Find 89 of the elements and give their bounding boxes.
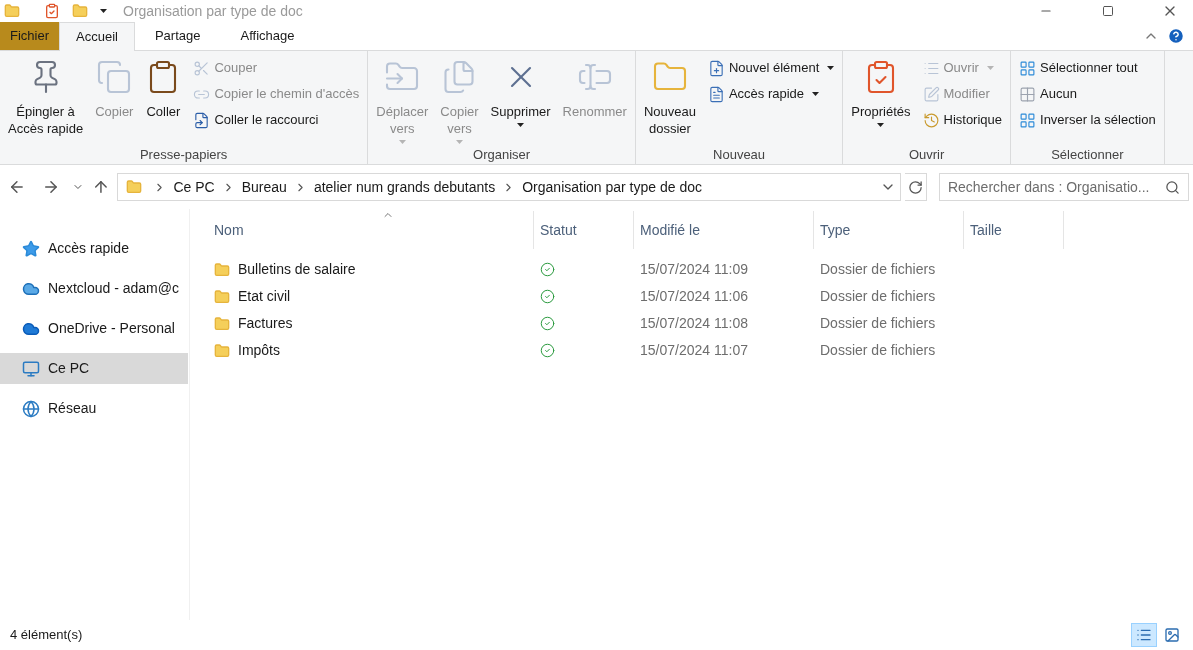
caret-icon xyxy=(827,66,835,70)
sidebar-item[interactable]: Accès rapide xyxy=(0,233,188,264)
breadcrumb-item[interactable]: Ce PC xyxy=(173,176,215,198)
details-view-button[interactable] xyxy=(1131,623,1157,647)
ribbon-group-label: Nouveau xyxy=(712,146,767,164)
ribbon-large-button[interactable]: Coller xyxy=(141,51,186,145)
window-title: Organisation par type de doc xyxy=(123,1,303,21)
ribbon-small-button[interactable]: Inverser la sélection xyxy=(1019,107,1156,133)
column-header[interactable]: Modifié le xyxy=(634,211,814,249)
ribbon-small-button[interactable]: Aucun xyxy=(1019,81,1156,107)
caret-icon xyxy=(100,9,107,13)
ribbon-large-button[interactable]: Propriétés xyxy=(847,51,915,145)
ribbon-group-label: Ouvrir xyxy=(907,146,946,164)
help-icon[interactable] xyxy=(1167,27,1185,45)
column-header[interactable]: Statut xyxy=(534,211,634,249)
refresh-button[interactable] xyxy=(905,173,927,201)
table-cell-text: Dossier de fichiers xyxy=(819,314,937,333)
folder-icon xyxy=(126,179,143,195)
folder-icon xyxy=(214,342,230,359)
file-name[interactable]: Factures xyxy=(238,313,293,334)
search-icon xyxy=(1165,179,1180,195)
properties-icon xyxy=(44,3,60,19)
sidebar-item[interactable]: Ce PC xyxy=(0,353,188,384)
ribbon-tab[interactable]: Fichier xyxy=(0,22,59,50)
file-name[interactable]: Bulletins de salaire xyxy=(238,259,356,280)
ribbon-icon xyxy=(96,59,133,95)
ribbon-tab[interactable]: Partage xyxy=(134,22,221,50)
caret-icon xyxy=(517,123,525,127)
table-cell-text: 15/07/2024 11:06 xyxy=(639,287,749,306)
ribbon-small-button[interactable]: Sélectionner tout xyxy=(1019,55,1156,81)
ribbon-group-label: Presse-papiers xyxy=(138,146,229,164)
network-icon xyxy=(22,399,40,418)
column-header[interactable]: Taille xyxy=(964,211,1064,249)
table-cell-text: Dossier de fichiers xyxy=(819,341,937,360)
column-header[interactable]: Nom xyxy=(208,211,534,249)
picture-icon xyxy=(1164,627,1180,643)
breadcrumb-item[interactable]: atelier num grands debutants xyxy=(313,176,496,198)
ribbon-icon xyxy=(193,59,211,77)
star-icon xyxy=(22,239,40,258)
folder-icon xyxy=(214,261,230,278)
ribbon-tab[interactable]: Affichage xyxy=(220,22,315,50)
item-count: 4 élément(s) xyxy=(10,626,83,645)
ribbon-large-button[interactable]: Nouveau dossier xyxy=(639,51,700,145)
ribbon-icon xyxy=(193,111,211,129)
refresh-icon xyxy=(908,179,923,195)
ribbon-icon xyxy=(1019,111,1037,129)
ribbon-small-button[interactable]: Accès rapide xyxy=(707,81,835,107)
ribbon-small-button[interactable]: Coller le raccourci xyxy=(193,107,360,133)
caret-icon xyxy=(986,66,994,70)
list-icon xyxy=(1136,627,1152,643)
file-name[interactable]: Impôts xyxy=(238,340,280,361)
folder-icon xyxy=(214,315,230,332)
ribbon-tab[interactable]: Accueil xyxy=(59,22,135,51)
table-cell-text: Dossier de fichiers xyxy=(819,287,937,306)
sidebar-item[interactable]: Nextcloud - adam@c xyxy=(0,273,188,304)
ribbon-icon xyxy=(707,85,725,103)
ribbon-icon xyxy=(1019,59,1037,77)
ribbon-large-button[interactable]: Épingler à Accès rapide xyxy=(4,51,88,145)
caret-icon xyxy=(812,92,820,96)
ribbon-icon xyxy=(922,85,940,103)
ribbon-icon xyxy=(1019,85,1037,103)
folder-icon xyxy=(4,3,20,19)
caret-icon xyxy=(455,140,463,144)
ribbon-icon xyxy=(707,59,725,77)
caret-icon xyxy=(398,140,406,144)
sidebar-item[interactable]: Réseau xyxy=(0,393,188,424)
back-icon[interactable] xyxy=(8,178,26,196)
ribbon-icon xyxy=(922,111,940,129)
caret-icon xyxy=(877,123,885,127)
table-cell-text: 15/07/2024 11:08 xyxy=(639,314,749,333)
ribbon-small-button[interactable]: Historique xyxy=(922,107,1003,133)
column-header[interactable]: Type xyxy=(814,211,964,249)
address-bar[interactable]: Ce PC Bureau atelier num grands debutants Organisation par type de doc xyxy=(117,173,902,201)
table-cell-text: 15/07/2024 11:09 xyxy=(639,260,749,279)
ribbon-small-button[interactable]: Nouvel élément xyxy=(707,55,835,81)
breadcrumb-item[interactable]: Organisation par type de doc xyxy=(522,176,702,198)
ribbon-group-label: Sélectionner xyxy=(1050,146,1125,164)
folder-icon xyxy=(72,3,88,19)
folder-icon xyxy=(214,288,230,305)
breadcrumb-item[interactable]: Bureau xyxy=(241,176,287,198)
search-field[interactable]: Rechercher dans : Organisatio... xyxy=(938,173,1189,201)
ribbon-group-label: Organiser xyxy=(472,146,532,164)
file-name[interactable]: Etat civil xyxy=(238,286,291,307)
ribbon-large-button[interactable]: Supprimer xyxy=(486,51,555,145)
sidebar-item[interactable]: OneDrive - Personal xyxy=(0,313,188,344)
table-cell-text: 15/07/2024 11:07 xyxy=(639,341,749,360)
computer-icon xyxy=(22,359,40,378)
maximize-icon xyxy=(1102,5,1114,17)
table-cell-text: Dossier de fichiers xyxy=(819,260,937,279)
